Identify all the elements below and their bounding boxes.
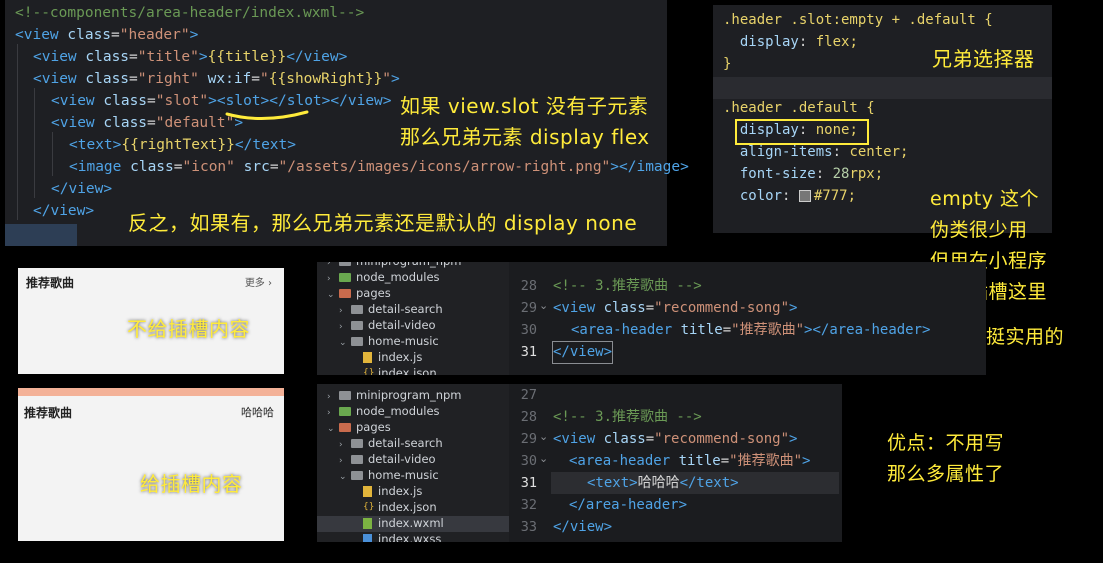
annotation-sibling-selector: 兄弟选择器 (932, 47, 1035, 71)
line-number: 29 (520, 431, 537, 447)
code-line: </area-header> (569, 497, 688, 513)
code-line: <view class="title">{{title}}</view> (33, 49, 348, 65)
code-line: <view class="recommend-song"> (553, 300, 798, 316)
empty-note-line: 伪类很少用 (930, 219, 1028, 241)
css-line: font-size: 28rpx; (739, 166, 884, 182)
file-tree-label: miniprogram_npm (356, 262, 462, 268)
chevron-down-icon[interactable]: ⌄ (539, 452, 548, 465)
file-tree-label: index.js (378, 350, 423, 364)
editor-no-slot: 28 <!-- 3.推荐歌曲 --> 29 ⌄ <view class="recomme… (509, 262, 986, 375)
chevron-down-icon[interactable]: ⌄ (539, 430, 548, 443)
annotation-if-empty-1: 如果 view.slot 没有子元素 (400, 94, 649, 118)
phone-preview-with-slot: 推荐歌曲 哈哈哈 (18, 388, 284, 541)
file-tree-item[interactable]: › detail-search (317, 436, 443, 452)
file-tree-label: index.wxml (378, 516, 444, 530)
line-number: 28 (520, 278, 537, 294)
file-tree-label: index.json (378, 500, 437, 514)
code-line: <text>{{rightText}}</text> (69, 137, 296, 153)
file-tree-label: pages (356, 420, 391, 434)
file-tree-label: node_modules (356, 404, 440, 418)
file-tree-label: index.js (378, 484, 423, 498)
file-tree-item[interactable]: index.wxss (317, 532, 441, 542)
line-number: 29 (520, 300, 537, 316)
editor-with-slot: 27 28 <!-- 3.推荐歌曲 --> 29 ⌄ <view class="recom… (509, 384, 842, 542)
file-tree-item[interactable]: ⌄ home-music (317, 468, 439, 484)
file-tree-label: detail-video (368, 318, 436, 332)
annotation-if-empty-2: 那么兄弟元素 display flex (400, 125, 650, 149)
code-line: </view> (33, 203, 95, 219)
file-tree-2: › miniprogram_npm › node_modules ⌄ pages › deta… (317, 384, 509, 542)
code-line: </view> (553, 519, 613, 535)
section-title: 推荐歌曲 (24, 406, 73, 420)
file-tree-item[interactable]: ›miniprogram_npm (317, 262, 462, 270)
code-line: <view class="slot"><slot></slot></view> (51, 93, 392, 109)
section-title: 推荐歌曲 (26, 276, 75, 290)
css-line: .header .default { (723, 100, 875, 116)
css-line: display: flex; (739, 34, 858, 50)
css-line: } (723, 56, 732, 72)
slot-underline (225, 110, 309, 120)
code-line: <!-- 3.推荐歌曲 --> (553, 278, 702, 294)
annotation-no-slot: 不给插槽内容 (127, 317, 250, 341)
code-line: <area-header title="推荐歌曲"></area-header> (571, 322, 931, 338)
css-line: .header .slot:empty + .default { (723, 12, 993, 28)
chevron-down-icon[interactable]: ⌄ (539, 299, 548, 312)
file-tree-label: index.wxss (378, 532, 442, 542)
code-line: <view class="header"> (15, 27, 199, 43)
file-tree-item[interactable]: › detail-search (317, 302, 443, 318)
file-tree-item[interactable]: {} index.json (317, 366, 437, 375)
file-tree-label: index.json (378, 366, 437, 375)
file-tree-label: detail-search (368, 436, 443, 450)
file-tree-1: ›miniprogram_npm›node_modules⌄pages›deta… (317, 262, 509, 375)
code-line: <view class="right" wx:if="{{showRight}}… (33, 71, 400, 87)
file-tree-item[interactable]: ›miniprogram_npm (317, 388, 462, 404)
file-tree-item[interactable]: {} index.json (317, 500, 437, 516)
file-tree-label: pages (356, 286, 391, 300)
annotation-otherwise: 反之，如果有，那么兄弟元素还是默认的 display none (128, 211, 638, 235)
line-number: 28 (520, 409, 537, 425)
code-line: </view> (51, 181, 113, 197)
annotation-give-slot: 给插槽内容 (140, 472, 243, 496)
code-line: <view class="default"> (51, 115, 244, 131)
file-tree-label: node_modules (356, 270, 440, 284)
annotation-advantage-2: 那么多属性了 (887, 463, 1005, 485)
file-tree-label: detail-search (368, 302, 443, 316)
more-link[interactable]: 更多 › (245, 274, 272, 289)
file-tree-item[interactable]: › detail-video (317, 452, 436, 468)
file-tree-item[interactable]: ⌄ pages (317, 420, 391, 436)
code-line: <!--components/area-header/index.wxml--> (15, 5, 365, 21)
file-tree-label: home-music (368, 468, 439, 482)
line-number: 32 (520, 497, 537, 513)
line-number: 30 (520, 453, 537, 469)
css-line: color: #777; (739, 188, 857, 204)
code-line: <view class="recommend-song"> (553, 431, 798, 447)
line-number: 31 (520, 475, 537, 491)
code-line: <image class="icon" src="/assets/images/… (69, 159, 689, 175)
code-line: <!-- 3.推荐歌曲 --> (553, 409, 702, 425)
file-tree-item[interactable]: index.js (317, 350, 422, 366)
line-number: 27 (520, 387, 537, 403)
file-tree-label: miniprogram_npm (356, 388, 462, 402)
line-number: 33 (520, 519, 537, 535)
file-tree-item[interactable]: › node_modules (317, 404, 440, 420)
file-tree-item[interactable]: index.js (317, 484, 422, 500)
line-number: 30 (520, 322, 537, 338)
code-line: <text>哈哈哈</text> (587, 475, 739, 491)
file-tree-label: home-music (368, 334, 439, 348)
annotation-advantage-1: 优点：不用写 (887, 432, 1005, 454)
color-swatch (798, 190, 811, 202)
file-tree-item[interactable]: index.wxml (317, 516, 509, 532)
file-tree-item[interactable]: › node_modules (317, 270, 440, 286)
file-tree-label: detail-video (368, 452, 436, 466)
display-none-highlight (735, 119, 869, 145)
line-number: 31 (520, 344, 537, 360)
right-text: 哈哈哈 (241, 406, 274, 419)
file-tree-item[interactable]: ⌄ pages (317, 286, 391, 302)
empty-note-line: empty 这个 (930, 188, 1039, 210)
code-line: <area-header title="推荐歌曲"> (569, 453, 811, 469)
file-tree-item[interactable]: ⌄ home-music (317, 334, 439, 350)
file-tree-item[interactable]: › detail-video (317, 318, 436, 334)
